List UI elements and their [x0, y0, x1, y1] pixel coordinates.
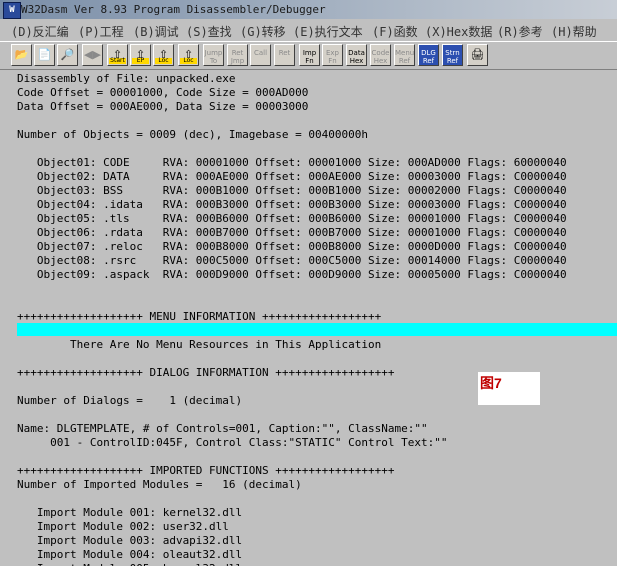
data-hex-icon: Data Hex: [348, 49, 365, 65]
ret-jmp-button[interactable]: Ret Jmp: [227, 44, 248, 66]
menu-search[interactable]: (S)查找: [186, 23, 232, 40]
print-button[interactable]: 🖨: [467, 44, 488, 66]
listing-line: Object03: BSS RVA: 000B1000 Offset: 000B…: [17, 184, 567, 197]
listing-line: Object08: .rsrc RVA: 000C5000 Offset: 00…: [17, 254, 567, 267]
imp-fn-button[interactable]: Imp Fn: [299, 44, 320, 66]
menu-refs[interactable]: (R)参考: [497, 23, 543, 40]
menu-hex-data[interactable]: (X)Hex数据: [425, 23, 492, 40]
printer-setup-button[interactable]: 🔎: [57, 44, 78, 66]
exp-fn-button[interactable]: Exp Fn: [322, 44, 343, 66]
strn-ref-button[interactable]: Strn Ref: [442, 44, 463, 66]
menu-project[interactable]: (P)工程: [78, 23, 124, 40]
listing-line: Object01: CODE RVA: 00001000 Offset: 000…: [17, 156, 567, 169]
listing-line: Number of Objects = 0009 (dec), Imagebas…: [17, 128, 368, 141]
print-icon: 🖨: [470, 48, 485, 61]
code-hex-icon: Code Hex: [371, 49, 390, 65]
imp-fn-icon: Imp Fn: [302, 49, 317, 65]
strn-ref-icon: Strn Ref: [445, 49, 460, 65]
listing-line: +++++++++++++++++++ DIALOG INFORMATION +…: [17, 366, 395, 379]
listing-line: Data Offset = 000AE000, Data Size = 0000…: [17, 100, 309, 113]
menu-execute-text[interactable]: (E)执行文本: [293, 23, 363, 40]
save-text-button[interactable]: 📄: [34, 44, 55, 66]
listing-line: Object06: .rdata RVA: 000B7000 Offset: 0…: [17, 226, 567, 239]
dlg-ref-button[interactable]: DLG Ref: [418, 44, 439, 66]
listing-line: Import Module 004: oleaut32.dll: [17, 548, 243, 561]
window-title: W32Dasm Ver 8.93 Program Disassembler/De…: [21, 3, 326, 16]
call-button[interactable]: Call: [250, 44, 271, 66]
listing-line: Import Module 003: advapi32.dll: [17, 534, 243, 547]
listing-line: +++++++++++++++++++ MENU INFORMATION +++…: [17, 310, 382, 323]
exp-fn-icon: Exp Fn: [325, 49, 339, 65]
dlg-ref-icon: DLG Ref: [421, 49, 436, 65]
ret-button[interactable]: Ret: [274, 44, 295, 66]
goto-loc2-button[interactable]: ⇧ Loc: [178, 44, 199, 66]
listing-line: There Are No Menu Resources in This Appl…: [17, 338, 382, 351]
jump-to-icon: Jump To: [204, 49, 223, 65]
goto-code-start-icon: ◀▶: [84, 48, 101, 61]
jump-to-button[interactable]: Jump To: [203, 44, 224, 66]
title-bar: W W32Dasm Ver 8.93 Program Disassembler/…: [0, 0, 617, 19]
listing-line: Disassembly of File: unpacked.exe: [17, 72, 236, 85]
toolbar: 📂 📄 🔎 ◀▶ ⇧ Start ⇧ EP ⇧ Loc ⇧ Loc Jump To Ret Jmp Call…: [0, 41, 617, 70]
menu-help[interactable]: (H)帮助: [551, 23, 597, 40]
save-text-icon: 📄: [37, 48, 52, 61]
listing-line: Object04: .idata RVA: 000B3000 Offset: 0…: [17, 198, 567, 211]
listing-line: Object05: .tls RVA: 000B6000 Offset: 000…: [17, 212, 567, 225]
listing-line: Object07: .reloc RVA: 000B8000 Offset: 0…: [17, 240, 567, 253]
menu-goto[interactable]: (G)转移: [240, 23, 286, 40]
ret-icon: Ret: [278, 49, 291, 57]
goto-ep-sublabel: EP: [132, 58, 149, 64]
listing-line: Number of Dialogs = 1 (decimal): [17, 394, 243, 407]
goto-loc-sublabel: Loc: [155, 58, 172, 64]
goto-loc2-sublabel: Loc: [180, 58, 197, 64]
goto-code-start-button[interactable]: ◀▶: [82, 44, 103, 66]
menu-bar: (D)反汇编 (P)工程 (B)调试 (S)查找 (G)转移 (E)执行文本 (…: [0, 19, 617, 41]
menu-debug[interactable]: (B)调试: [133, 23, 179, 40]
listing-line: Import Module 001: kernel32.dll: [17, 506, 243, 519]
open-file-icon: 📂: [14, 48, 29, 61]
figure-annotation-box: 图7: [478, 372, 540, 405]
listing-line: Name: DLGTEMPLATE, # of Controls=001, Ca…: [17, 422, 428, 435]
listing-line: +++++++++++++++++++ IMPORTED FUNCTIONS +…: [17, 464, 395, 477]
menu-disassembler[interactable]: (D)反汇编: [11, 23, 69, 40]
call-icon: Call: [253, 49, 268, 57]
ret-jmp-icon: Ret Jmp: [230, 49, 245, 65]
figure-label: 图7: [480, 375, 502, 391]
listing-line: Object09: .aspack RVA: 000D9000 Offset: …: [17, 268, 567, 281]
goto-start-sublabel: Start: [109, 57, 126, 64]
listing-line: Object02: DATA RVA: 000AE000 Offset: 000…: [17, 170, 567, 183]
data-hex-button[interactable]: Data Hex: [346, 44, 367, 66]
code-hex-button[interactable]: Code Hex: [370, 44, 391, 66]
menu-ref-button[interactable]: Menu Ref: [394, 44, 415, 66]
printer-setup-icon: 🔎: [60, 48, 75, 61]
goto-loc-button[interactable]: ⇧ Loc: [153, 44, 174, 66]
menu-functions[interactable]: (F)函数: [372, 23, 418, 40]
menu-ref-icon: Menu Ref: [395, 49, 415, 65]
open-file-button[interactable]: 📂: [11, 44, 32, 66]
listing-line: Number of Imported Modules = 16 (decimal…: [17, 478, 302, 491]
goto-ep-button[interactable]: ⇧ EP: [130, 44, 151, 66]
highlight-bar: [17, 323, 617, 336]
disassembly-listing[interactable]: Disassembly of File: unpacked.exe Code Of…: [0, 69, 617, 566]
app-icon[interactable]: W: [3, 2, 21, 19]
listing-line: Import Module 002: user32.dll: [17, 520, 229, 533]
listing-line: Code Offset = 00001000, Code Size = 000A…: [17, 86, 309, 99]
goto-start-button[interactable]: ⇧ Start: [107, 44, 128, 66]
listing-line: 001 - ControlID:045F, Control Class:"STA…: [17, 436, 448, 449]
listing-line: Import Module 005: kernel32.dll: [17, 562, 242, 566]
